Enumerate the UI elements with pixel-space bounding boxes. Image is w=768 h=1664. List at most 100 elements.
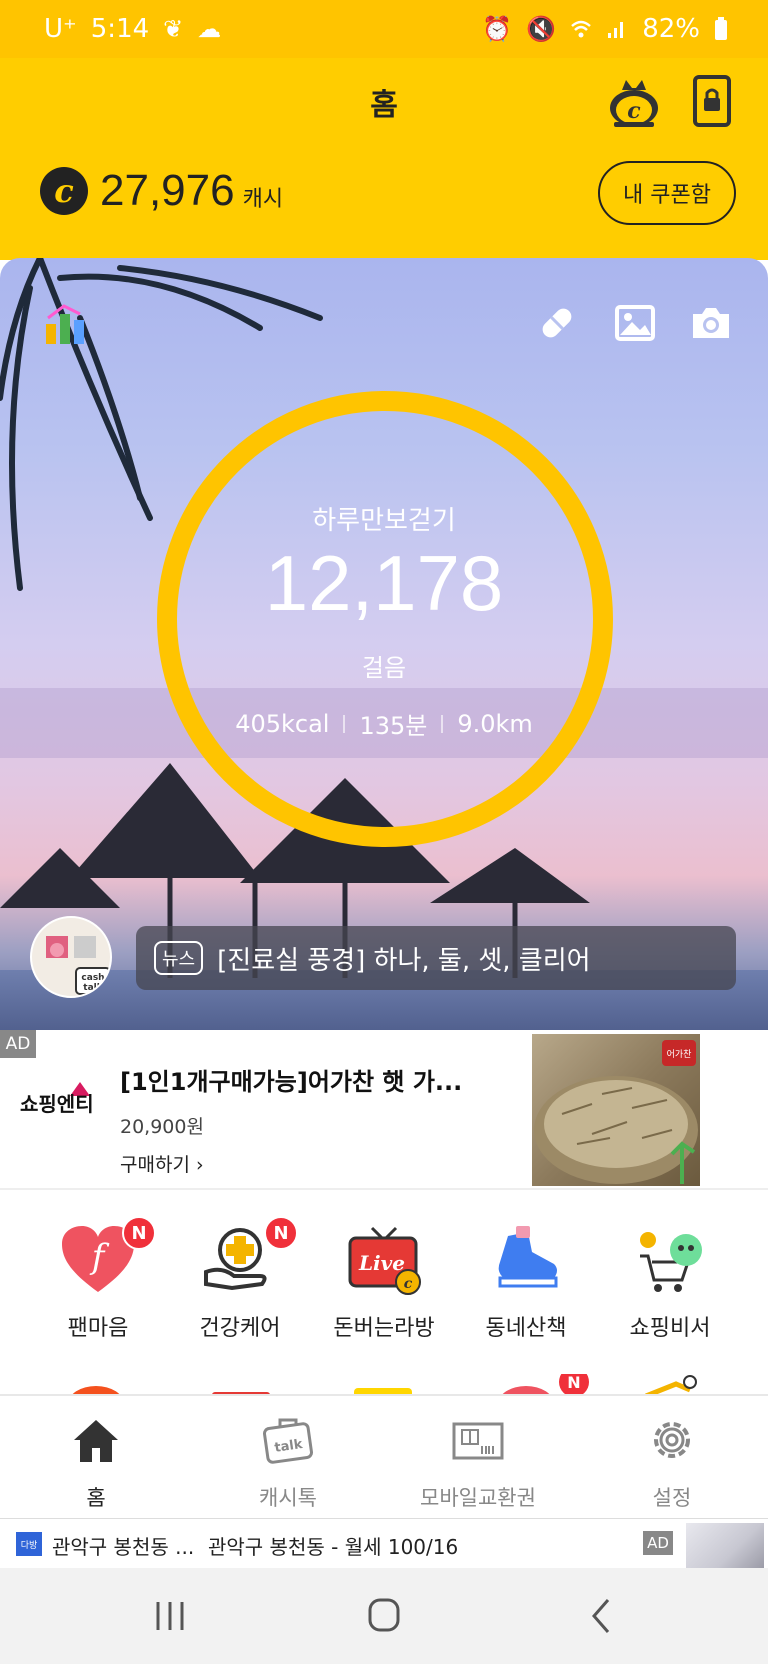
recent-apps-icon[interactable] [140, 1596, 200, 1636]
ad-image-label: 어가찬 [667, 1049, 692, 1060]
wifi-icon [571, 20, 592, 38]
shortcut-label: 건강케어 [199, 1316, 281, 1341]
notification-leaf-icon: ❦ [163, 15, 184, 43]
gallery-icon[interactable] [614, 302, 656, 344]
ad-buy-label: 구매하기 [120, 1154, 190, 1176]
live-tv-icon: Live c [348, 1226, 421, 1295]
cash-unit: 캐시 [242, 187, 284, 212]
product-ad[interactable]: AD 쇼핑엔티 [1인1개구매가능]어가찬 햇 가... 20,900원 구매하… [0, 1030, 768, 1190]
mute-icon: 🔇 [526, 15, 557, 43]
camera-icon[interactable] [690, 302, 732, 344]
shortcut-label: 동네산책 [485, 1316, 567, 1341]
cash-coin-icon: c [40, 167, 88, 215]
banner-title: 관악구 봉천동 ... [52, 1535, 195, 1559]
ad-badge: AD [0, 1030, 36, 1058]
talk-bag-icon: talk [262, 1418, 314, 1464]
signal-icon [608, 22, 624, 38]
banner-logo: 다방 [16, 1532, 42, 1556]
ad-buy-link[interactable]: 구매하기 › [120, 1150, 204, 1177]
walk-title: 하루만보걷기 [312, 506, 456, 536]
next-row-peek: N [72, 1374, 697, 1394]
ad-product-image[interactable]: 어가찬 [532, 1034, 700, 1186]
chevron-right-icon: › [195, 1154, 204, 1176]
nav-item-settings[interactable]: 설정 [582, 1416, 762, 1512]
voucher-icon [452, 1422, 504, 1460]
app-header: 홈 c c 27,976 캐시 내 쿠폰함 [0, 58, 768, 260]
metric-distance: 9.0km [457, 709, 533, 738]
step-count: 12,178 [264, 539, 504, 627]
shortcut-icon-wrap: Live c [346, 1222, 422, 1298]
back-icon[interactable] [572, 1596, 632, 1636]
my-coupons-button[interactable]: 내 쿠폰함 [598, 161, 736, 225]
shortcut-fan-heart[interactable]: f N 팬마음 [28, 1216, 168, 1342]
ad-product-title[interactable]: [1인1개구매가능]어가찬 햇 가... [120, 1062, 462, 1097]
clock: 5:14 [90, 14, 150, 44]
banner-subtitle: 관악구 봉천동 - 월세 100/16 [208, 1535, 459, 1559]
shortcut-health-care[interactable]: N 건강케어 [170, 1216, 310, 1342]
news-ticker[interactable]: 뉴스 [진료실 풍경] 하나, 둘, 셋, 클리어 [136, 926, 736, 990]
svg-text:Live: Live [358, 1251, 405, 1275]
nav-label: 모바일교환권 [420, 1486, 536, 1510]
gear-icon [654, 1422, 690, 1458]
carrier-label: U⁺ [44, 14, 77, 44]
svg-text:talk: talk [274, 1437, 304, 1456]
peek-new-badge: N [567, 1374, 580, 1392]
nav-label: 설정 [652, 1486, 692, 1510]
new-badge: N [122, 1216, 156, 1250]
status-left: U⁺ 5:14 ❦ ☁ [44, 14, 221, 44]
shortcut-icon-wrap [488, 1222, 564, 1298]
metric-kcal: 405kcal [235, 709, 330, 738]
nav-label: 캐시톡 [259, 1486, 317, 1510]
owl-character-icon[interactable]: c [608, 76, 660, 128]
nav-item-cashtalk[interactable]: talk 캐시톡 [198, 1416, 378, 1512]
metric-divider [441, 714, 444, 733]
cloud-icon: ☁ [197, 15, 222, 43]
nav-item-home[interactable]: 홈 [6, 1416, 186, 1512]
ad-brand-logo: 쇼핑엔티 [20, 1092, 94, 1116]
dried-anchovy-image: 어가찬 [534, 1040, 698, 1184]
battery-percent: 82% [642, 14, 700, 44]
bottom-navigation: 홈 talk 캐시톡 모바일교환권 설정 [0, 1394, 768, 1518]
shortcut-label: 팬마음 [67, 1316, 129, 1341]
banner-ad-badge: AD [643, 1531, 673, 1555]
svg-text:cash: cash [81, 973, 104, 983]
status-right: ⏰ 🔇 82% [482, 14, 728, 44]
banner-thumbnail [686, 1523, 764, 1569]
shortcut-label: 쇼핑비서 [629, 1316, 711, 1341]
shopping-cart-icon [640, 1232, 702, 1292]
sneaker-icon [498, 1226, 558, 1288]
shortcut-live-broadcast[interactable]: Live c 돈버는라방 [314, 1222, 454, 1342]
shortcut-neighborhood-walk[interactable]: 동네산책 [456, 1222, 596, 1342]
home-icon [74, 1420, 118, 1462]
ad-price: 20,900원 [120, 1116, 204, 1138]
lock-screen-icon[interactable] [692, 74, 732, 128]
nav-item-mobile-voucher[interactable]: 모바일교환권 [388, 1416, 568, 1512]
banner-ad[interactable]: 다방 관악구 봉천동 ... 관악구 봉천동 - 월세 100/16 AD [0, 1518, 768, 1569]
pill-icon[interactable] [536, 302, 578, 344]
news-tag: 뉴스 [154, 941, 204, 975]
shortcut-label: 돈버는라방 [333, 1316, 435, 1341]
battery-icon [715, 17, 727, 40]
nav-label: 홈 [86, 1486, 106, 1510]
stats-chart-icon[interactable] [42, 298, 92, 348]
new-badge: N [264, 1216, 298, 1250]
shortcut-grid: f N 팬마음 N 건강케어 Live c 돈버는라방 동네산책 쇼핑비서 N [0, 1190, 768, 1394]
system-navigation-bar [0, 1568, 768, 1664]
svg-text:c: c [404, 1276, 413, 1292]
cash-balance[interactable]: c 27,976 캐시 [40, 166, 283, 216]
shortcut-shopping-assistant[interactable]: 쇼핑비서 [600, 1222, 740, 1342]
news-headline: [진료실 풍경] 하나, 둘, 셋, 클리어 [217, 945, 591, 976]
shortcut-icon-wrap: f N [60, 1216, 156, 1298]
status-bar: U⁺ 5:14 ❦ ☁ ⏰ 🔇 82% [0, 0, 768, 58]
metric-minutes: 135분 [359, 712, 428, 740]
alarm-icon: ⏰ [482, 15, 513, 43]
walk-hero-card[interactable]: 하루만보걷기 12,178 걸음 405kcal 135분 9.0km cash… [0, 258, 768, 1030]
cash-amount: 27,976 [100, 166, 235, 215]
cashtalk-avatar[interactable]: cash talk [30, 916, 112, 998]
shortcut-icon-wrap: N [202, 1216, 298, 1298]
step-unit: 걸음 [361, 654, 407, 682]
svg-text:c: c [627, 98, 641, 124]
walk-metrics: 405kcal 135분 9.0km [0, 706, 768, 741]
shortcut-icon-wrap [632, 1222, 708, 1298]
home-button-icon[interactable] [354, 1596, 414, 1636]
